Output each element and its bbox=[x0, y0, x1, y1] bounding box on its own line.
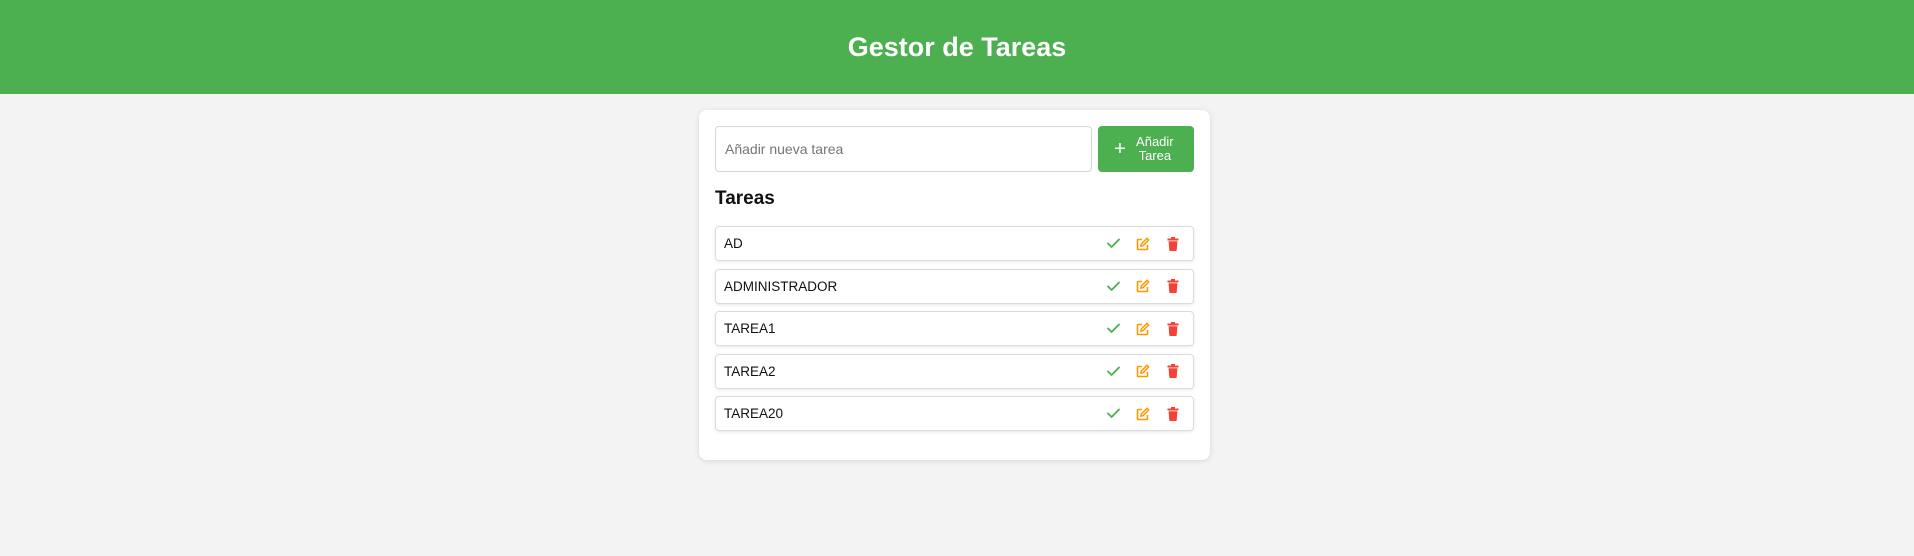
trash-icon[interactable] bbox=[1165, 321, 1181, 337]
trash-icon[interactable] bbox=[1165, 406, 1181, 422]
task-actions bbox=[1105, 363, 1181, 379]
task-item: ADMINISTRADOR bbox=[715, 268, 1194, 304]
tasks-heading: Tareas bbox=[715, 188, 775, 209]
task-actions bbox=[1105, 406, 1181, 422]
check-icon[interactable] bbox=[1105, 406, 1121, 422]
task-item: AD bbox=[715, 226, 1194, 261]
edit-icon[interactable] bbox=[1135, 406, 1151, 422]
trash-icon[interactable] bbox=[1165, 236, 1181, 252]
edit-icon[interactable] bbox=[1135, 236, 1151, 252]
task-item: TAREA2 bbox=[715, 353, 1194, 389]
app-header: Gestor de Tareas bbox=[0, 0, 1914, 94]
task-label: TAREA20 bbox=[724, 406, 784, 421]
add-task-button-label: Añadir Tarea bbox=[1136, 134, 1174, 163]
task-actions bbox=[1105, 321, 1181, 337]
page-title: Gestor de Tareas bbox=[847, 31, 1067, 62]
task-card: + Añadir Tarea Tareas AD ADMINISTRADOR bbox=[699, 110, 1210, 460]
task-label: ADMINISTRADOR bbox=[724, 278, 838, 294]
task-label: TAREA2 bbox=[724, 363, 776, 379]
task-item: TAREA1 bbox=[715, 311, 1194, 346]
edit-icon[interactable] bbox=[1135, 363, 1151, 379]
edit-icon[interactable] bbox=[1135, 321, 1151, 337]
check-icon[interactable] bbox=[1105, 321, 1121, 337]
new-task-input[interactable] bbox=[715, 126, 1092, 172]
check-icon[interactable] bbox=[1105, 236, 1121, 252]
task-label: AD bbox=[724, 236, 743, 251]
check-icon[interactable] bbox=[1105, 278, 1121, 294]
task-label: TAREA1 bbox=[724, 321, 776, 336]
task-item: TAREA20 bbox=[715, 396, 1194, 431]
add-task-form: + Añadir Tarea bbox=[715, 126, 1194, 172]
add-task-button[interactable]: + Añadir Tarea bbox=[1098, 126, 1194, 172]
task-actions bbox=[1105, 236, 1181, 252]
check-icon[interactable] bbox=[1105, 363, 1121, 379]
task-actions bbox=[1105, 278, 1181, 294]
edit-icon[interactable] bbox=[1135, 278, 1151, 294]
plus-icon: + bbox=[1114, 138, 1126, 160]
task-list: AD ADMINISTRADOR TAREA1 TAREA2 TAREA20 bbox=[715, 226, 1194, 431]
trash-icon[interactable] bbox=[1165, 363, 1181, 379]
trash-icon[interactable] bbox=[1165, 278, 1181, 294]
